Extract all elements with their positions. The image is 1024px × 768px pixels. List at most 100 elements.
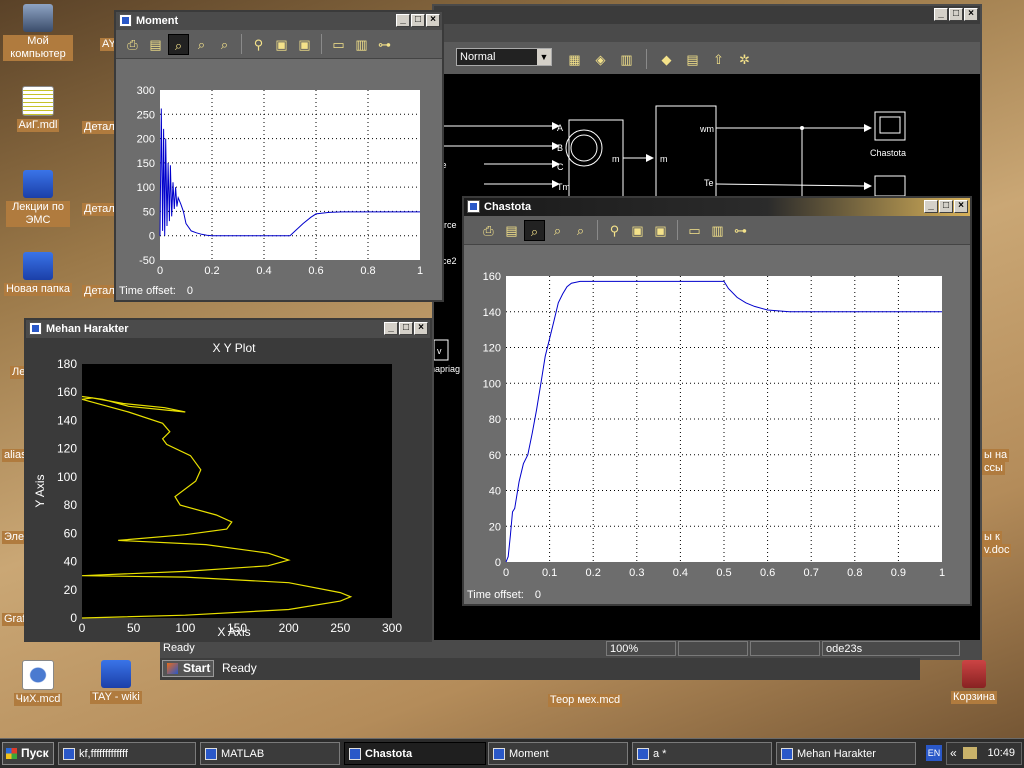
matlab-start-status: Ready	[222, 661, 257, 675]
desktop-icon-my-computer[interactable]: Мой компьютер	[0, 4, 76, 61]
taskbar-button-folder[interactable]: kf,fffffffffffff	[58, 742, 196, 765]
motor-out-label: m	[612, 154, 620, 164]
xy-plot: X Y Plot 0 50 100 150 200 250 3000204060801001…	[33, 341, 402, 639]
update-icon[interactable]: ▥	[616, 49, 637, 70]
desktop-icon-label: Новая папка	[3, 283, 73, 296]
minimize-button[interactable]: _	[924, 200, 938, 213]
x-tick-label: 0	[157, 265, 163, 277]
partial-label: Детал	[82, 203, 117, 216]
zoom-x-icon[interactable]: ⌕	[547, 220, 568, 241]
float-icon[interactable]: ▭	[684, 220, 705, 241]
x-tick-label: 0.2	[586, 567, 601, 579]
zoom-y-icon[interactable]: ⌕	[570, 220, 591, 241]
build-icon[interactable]: ◈	[590, 49, 611, 70]
minimize-button[interactable]: _	[934, 8, 948, 21]
x-tick-label: 1	[939, 567, 945, 579]
taskbar-button-mehan[interactable]: Mehan Harakter	[776, 742, 916, 765]
chevron-down-icon: ▼	[537, 49, 551, 65]
matlab-start-button[interactable]: Start	[162, 660, 214, 677]
print-icon[interactable]: ⎙	[122, 34, 143, 55]
desktop-icon-new-folder[interactable]: Новая папка	[0, 252, 76, 296]
taskbar-button-matlab[interactable]: MATLAB	[200, 742, 340, 765]
x-tick-label: 200	[279, 621, 299, 635]
zoom-x-icon[interactable]: ⌕	[191, 34, 212, 55]
library-icon[interactable]: ▦	[564, 49, 585, 70]
minimize-button[interactable]: _	[396, 14, 410, 27]
scope-window-icon	[467, 200, 480, 213]
x-tick-label: 0.4	[673, 567, 688, 579]
lock-icon[interactable]: ▥	[707, 220, 728, 241]
y-tick-label: 50	[143, 206, 155, 218]
chastota-titlebar: Chastota _ □ ×	[464, 198, 970, 216]
desktop-icon-label: ЧиХ.mcd	[13, 693, 63, 706]
zoom-icon[interactable]: ⌕	[524, 219, 545, 241]
simulink-statusbar: Ready 100% ode23s	[160, 640, 980, 658]
windows-logo-icon	[6, 748, 17, 759]
matlab-logo-icon	[167, 663, 178, 674]
simulink-menubar	[434, 24, 980, 42]
taskbar-button-chastota[interactable]: Chastota	[344, 742, 486, 765]
save-axes-icon[interactable]: ▣	[271, 34, 292, 55]
y-tick-label: 40	[64, 555, 78, 569]
desktop-icon-lektsii[interactable]: Лекции по ЭМС	[0, 170, 76, 227]
x-axis-label: X Axis	[217, 625, 250, 639]
zoom-mode-select[interactable]: Normal ▼	[456, 48, 552, 66]
maximize-button[interactable]: □	[949, 8, 963, 21]
maximize-button[interactable]: □	[411, 14, 425, 27]
y-tick-label: 200	[137, 134, 155, 146]
y-tick-label: 300	[137, 85, 155, 97]
recycle-bin-icon	[962, 660, 986, 688]
restore-axes-icon[interactable]: ▣	[294, 34, 315, 55]
desktop-icon-aig-mdl[interactable]: АиГ.mdl	[0, 86, 76, 132]
lock-icon[interactable]: ▥	[351, 34, 372, 55]
scope-toolbar: ⎙ ▤ ⌕ ⌕ ⌕ ⚲ ▣ ▣ ▭ ▥ ⊶	[464, 216, 970, 245]
signal-selection-icon[interactable]: ⊶	[730, 220, 751, 241]
signal-selection-icon[interactable]: ⊶	[374, 34, 395, 55]
debug-icon[interactable]: ✲	[734, 49, 755, 70]
print-icon[interactable]: ⎙	[478, 220, 499, 241]
model-browser-icon[interactable]: ◆	[656, 49, 677, 70]
restore-axes-icon[interactable]: ▣	[650, 220, 671, 241]
window-title: Moment	[136, 15, 179, 27]
close-button[interactable]: ×	[414, 322, 428, 335]
zoom-y-icon[interactable]: ⌕	[214, 34, 235, 55]
parameters-icon[interactable]: ▤	[501, 220, 522, 241]
minimize-button[interactable]: _	[384, 322, 398, 335]
maximize-button[interactable]: □	[399, 322, 413, 335]
y-tick-label: 120	[57, 442, 77, 456]
x-tick-label: 250	[330, 621, 350, 635]
zoom-icon[interactable]: ⌕	[168, 33, 189, 55]
desktop-icon-tay-wiki[interactable]: TAY - wiki	[78, 660, 154, 704]
x-tick-label: 0.5	[716, 567, 731, 579]
up-arrow-icon[interactable]: ⇧	[708, 49, 729, 70]
network-icon[interactable]	[963, 747, 977, 759]
taskbar-button-moment[interactable]: Moment	[488, 742, 628, 765]
time-offset-value: 0	[186, 285, 194, 297]
start-button[interactable]: Пуск	[2, 742, 54, 765]
maximize-button[interactable]: □	[939, 200, 953, 213]
float-icon[interactable]: ▭	[328, 34, 349, 55]
language-indicator[interactable]: EN	[926, 745, 942, 761]
x-tick-label: 0	[79, 621, 86, 635]
desktop-icon-chix-mcd[interactable]: ЧиХ.mcd	[0, 660, 76, 706]
taskbar-button-model[interactable]: a *	[632, 742, 772, 765]
save-axes-icon[interactable]: ▣	[627, 220, 648, 241]
partial-label: ссы	[982, 462, 1005, 475]
tray-expand-icon[interactable]: «	[950, 746, 957, 760]
parameters-icon[interactable]: ▤	[145, 34, 166, 55]
y-tick-label: 100	[483, 378, 501, 390]
status-solver: ode23s	[822, 641, 960, 656]
autoscale-icon[interactable]: ⚲	[604, 220, 625, 241]
time-offset-value: 0	[534, 589, 542, 601]
close-button[interactable]: ×	[426, 14, 440, 27]
mdl-file-icon	[22, 86, 54, 116]
chastota-plot: 0 0.1 0.2 0.3 0.4 0.5 0.6 0.7 0.8 0.9 1 0 20 40 60 80 10…	[483, 271, 945, 579]
autoscale-icon[interactable]: ⚲	[248, 34, 269, 55]
desktop-icon-label: TAY - wiki	[90, 691, 142, 704]
close-button[interactable]: ×	[964, 8, 978, 21]
desktop-icon-recycle-bin[interactable]: Корзина	[936, 660, 1012, 704]
close-button[interactable]: ×	[954, 200, 968, 213]
explorer-icon[interactable]: ▤	[682, 49, 703, 70]
clock[interactable]: 10:49	[987, 747, 1015, 759]
status-cell	[678, 641, 748, 656]
